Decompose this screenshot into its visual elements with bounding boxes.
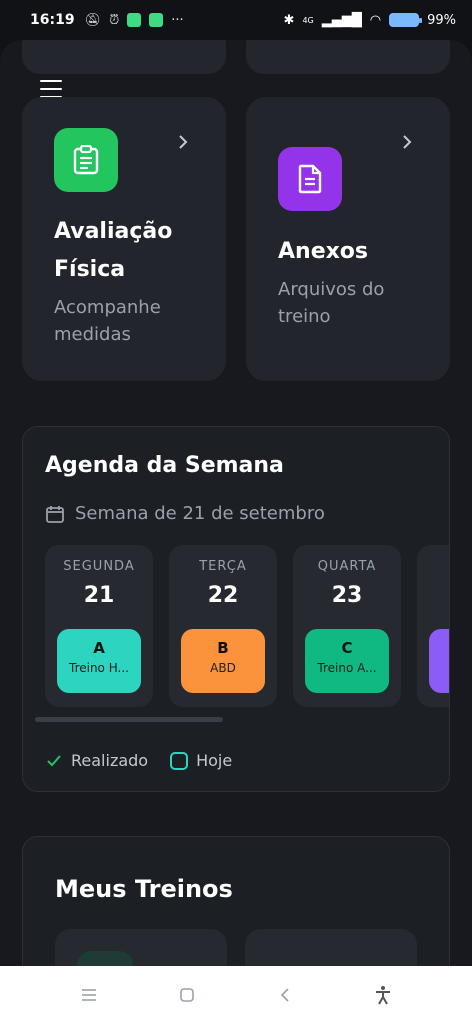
week-label: Semana de 21 de setembro xyxy=(75,503,325,524)
home-icon[interactable] xyxy=(171,979,203,1011)
battery-icon xyxy=(389,13,423,27)
day-card-quarta[interactable]: QUARTA 23 C Treino A... xyxy=(293,545,401,707)
day-card-terca[interactable]: TERÇA 22 B ABD xyxy=(169,545,277,707)
treinos-title: Meus Treinos xyxy=(55,875,233,903)
recents-menu-icon[interactable] xyxy=(73,979,105,1011)
day-name: QUARTA xyxy=(317,559,377,574)
clipboard-icon xyxy=(54,128,118,192)
signal-icon: ▂▄▆█ xyxy=(321,12,362,28)
status-time: 16:19 xyxy=(30,12,75,28)
previous-card-right[interactable] xyxy=(246,40,450,74)
status-bar: 16:19 🔕︎ ⏰︎ ··· ✱ 4G ▂▄▆█ ◠ 99% xyxy=(0,0,472,40)
app-notification-icon-2 xyxy=(149,13,164,27)
calendar-icon xyxy=(46,505,64,523)
tile-subtitle-line1: Arquivos do xyxy=(278,279,385,300)
bluetooth-icon: ✱ xyxy=(283,12,295,28)
previous-card-left[interactable] xyxy=(22,40,226,74)
workout-badge[interactable]: C Treino A... xyxy=(305,629,389,693)
workout-name: Treino H... xyxy=(69,661,129,675)
treino-icon xyxy=(77,951,133,966)
day-date: 21 xyxy=(83,583,115,608)
more-notifications-icon: ··· xyxy=(171,12,184,28)
workout-badge[interactable]: A Treino H... xyxy=(57,629,141,693)
tile-title-line1: Avaliação xyxy=(54,219,173,244)
check-icon xyxy=(47,754,61,766)
system-nav-bar xyxy=(0,966,472,1024)
hamburger-menu-icon[interactable] xyxy=(40,80,62,98)
tile-subtitle-line1: Acompanhe xyxy=(54,297,161,318)
legend-today-label: Hoje xyxy=(196,751,233,770)
treino-card[interactable] xyxy=(55,929,227,966)
tile-subtitle-line2: medidas xyxy=(54,324,131,345)
agenda-card: Agenda da Semana Semana de 21 de setembr… xyxy=(22,426,450,792)
treino-card[interactable] xyxy=(245,929,417,966)
day-date: 23 xyxy=(331,583,363,608)
workout-name: Treino A... xyxy=(317,661,377,675)
chevron-right-icon xyxy=(403,135,412,149)
workout-letter: B xyxy=(217,639,229,657)
day-name: TERÇA xyxy=(199,559,247,574)
legend-done-label: Realizado xyxy=(71,751,149,770)
day-card-segunda[interactable]: SEGUNDA 21 A Treino H... xyxy=(45,545,153,707)
carousel-scrollbar[interactable] xyxy=(35,717,223,722)
alarm-icon: ⏰︎ xyxy=(109,12,120,28)
week-selector[interactable]: Semana de 21 de setembro xyxy=(45,503,325,524)
chevron-right-icon xyxy=(179,135,188,149)
days-carousel[interactable]: SEGUNDA 21 A Treino H... TERÇA 22 B ABD … xyxy=(45,545,449,707)
tile-title-line1: Anexos xyxy=(278,239,369,264)
day-card-partial[interactable] xyxy=(417,545,449,707)
mute-icon: 🔕︎ xyxy=(84,12,102,28)
day-date: 22 xyxy=(207,583,239,608)
tile-subtitle-line2: treino xyxy=(278,306,331,327)
tile-anexos[interactable]: Anexos Arquivos do treino xyxy=(246,97,450,381)
accessibility-icon[interactable] xyxy=(367,979,399,1011)
meus-treinos-card: Meus Treinos xyxy=(22,836,450,966)
agenda-legend: Realizado Hoje xyxy=(45,751,232,770)
back-icon[interactable] xyxy=(269,979,301,1011)
wifi-icon: ◠ xyxy=(369,12,382,28)
workout-badge[interactable] xyxy=(429,629,449,693)
day-name: SEGUNDA xyxy=(63,559,135,574)
battery-level: 99% xyxy=(427,12,456,28)
network-label: 4G xyxy=(302,15,314,25)
tile-avaliacao-fisica[interactable]: Avaliação Física Acompanhe medidas xyxy=(22,97,226,381)
agenda-title: Agenda da Semana xyxy=(45,453,284,478)
app-notification-icon xyxy=(127,13,142,27)
app-screen: Avaliação Física Acompanhe medidas Anexo… xyxy=(0,40,472,966)
workout-letter: A xyxy=(93,639,105,657)
today-box-icon xyxy=(170,751,189,770)
tile-title-line2: Física xyxy=(54,257,126,282)
workout-letter: C xyxy=(341,639,353,657)
workout-name: ABD xyxy=(210,661,236,675)
document-icon xyxy=(278,147,342,211)
notification-icons: 🔕︎ ⏰︎ ··· xyxy=(85,13,184,28)
system-icons: ✱ 4G ▂▄▆█ ◠ 99% xyxy=(284,13,456,28)
workout-badge[interactable]: B ABD xyxy=(181,629,265,693)
